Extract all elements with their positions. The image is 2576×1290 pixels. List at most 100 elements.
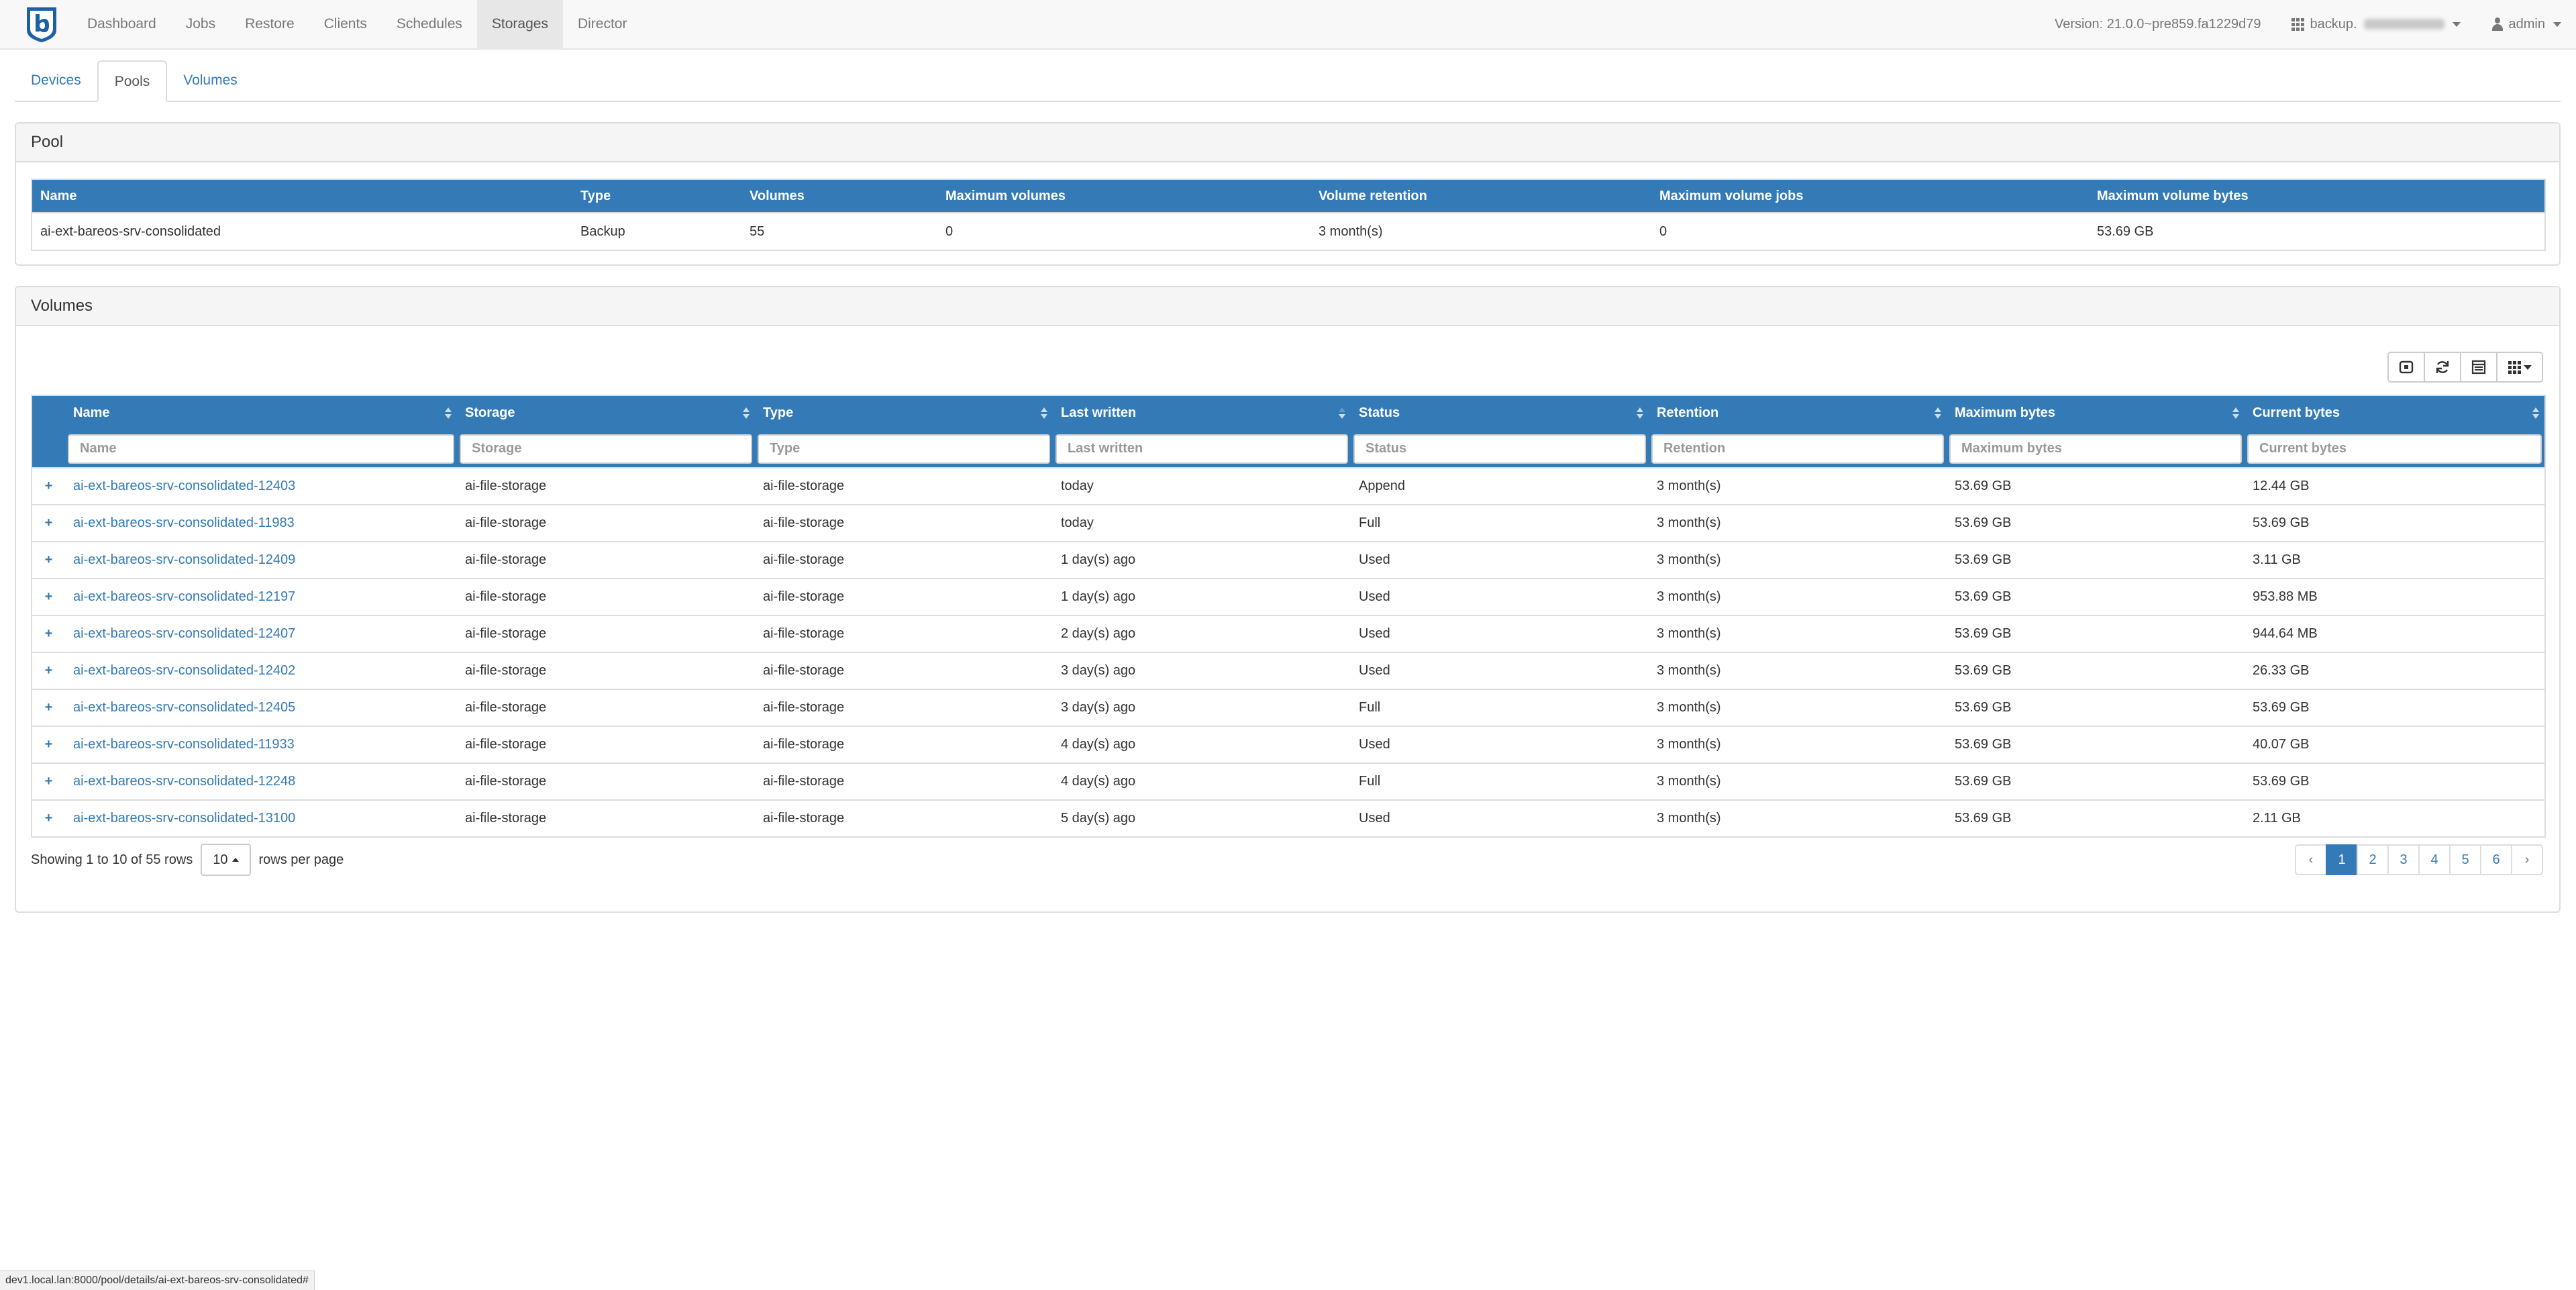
table-cell: 3 month(s) [1649, 467, 1947, 505]
nav-item-storages[interactable]: Storages [476, 0, 563, 48]
table-cell: ai-file-storage [755, 726, 1053, 763]
plus-icon[interactable]: + [32, 652, 65, 689]
plus-icon[interactable]: + [32, 762, 65, 800]
pool-cell: Backup [572, 212, 741, 250]
table-cell: ai-file-storage [457, 689, 755, 726]
plus-icon[interactable]: + [32, 689, 65, 726]
table-cell: 53.69 GB [1947, 726, 2245, 763]
vol-col-current-bytes[interactable]: Current bytes [2245, 395, 2545, 430]
top-navbar: Dashboard Jobs Restore Clients Schedules Stor… [0, 0, 2576, 50]
director-label: backup. [2310, 16, 2357, 32]
page-button-4[interactable]: 4 [2418, 844, 2451, 875]
page-button-1[interactable]: 1 [2326, 844, 2358, 875]
filter-input-type[interactable] [758, 434, 1050, 464]
volume-name-link[interactable]: ai-ext-bareos-srv-consolidated-12248 [65, 762, 457, 800]
table-cell: ai-file-storage [755, 541, 1053, 579]
volumes-table-body: + ai-ext-bareos-srv-consolidated-12403 ai-… [32, 467, 2545, 837]
tab-volumes[interactable]: Volumes [167, 60, 254, 101]
page-button-3[interactable]: 3 [2387, 844, 2420, 875]
page-button-6[interactable]: 6 [2480, 844, 2512, 875]
table-cell: 3.11 GB [2245, 541, 2545, 579]
nav-item-dashboard[interactable]: Dashboard [72, 0, 171, 48]
next-page-button[interactable]: › [2511, 844, 2543, 875]
volume-name-link[interactable]: ai-ext-bareos-srv-consolidated-12403 [65, 467, 457, 505]
volume-name-link[interactable]: ai-ext-bareos-srv-consolidated-12402 [65, 652, 457, 689]
vol-col-storage[interactable]: Storage [457, 395, 755, 430]
columns-list-button[interactable] [2460, 352, 2497, 383]
vol-col-label: Name [73, 405, 110, 420]
filter-input-maximum-bytes[interactable] [1949, 434, 2242, 464]
filter-cell [65, 430, 457, 468]
pool-table-header: Name Type Volumes Maximum volumes Volume ret… [32, 179, 2545, 213]
filter-input-storage[interactable] [460, 434, 752, 464]
pool-col-maximum-volumes: Maximum volumes [945, 188, 1066, 203]
volume-name-link[interactable]: ai-ext-bareos-srv-consolidated-12405 [65, 689, 457, 726]
page-button-2[interactable]: 2 [2357, 844, 2389, 875]
nav-item-restore[interactable]: Restore [230, 0, 309, 48]
vol-col-retention[interactable]: Retention [1649, 395, 1947, 430]
columns-dropdown-button[interactable] [2496, 352, 2543, 383]
vol-col-last-written[interactable]: Last written [1053, 395, 1351, 430]
plus-icon[interactable]: + [32, 541, 65, 579]
plus-icon[interactable]: + [32, 615, 65, 652]
table-cell: 53.69 GB [1947, 541, 2245, 579]
table-cell: 53.69 GB [1947, 689, 2245, 726]
prev-page-button[interactable]: ‹ [2295, 844, 2327, 875]
table-cell: ai-file-storage [457, 541, 755, 579]
user-dropdown[interactable]: admin [2491, 17, 2561, 32]
plus-icon[interactable]: + [32, 467, 65, 505]
table-row: + ai-ext-bareos-srv-consolidated-12403 ai-… [32, 467, 2545, 505]
table-cell: 53.69 GB [1947, 504, 2245, 542]
table-cell: 3 month(s) [1649, 726, 1947, 763]
toggle-view-button[interactable] [2387, 352, 2425, 383]
table-cell: Used [1351, 726, 1649, 763]
filter-input-name[interactable] [68, 434, 454, 464]
table-cell: 2.11 GB [2245, 799, 2545, 837]
director-dropdown[interactable]: backup. [2291, 16, 2461, 32]
pool-table: Name Type Volumes Maximum volumes Volume ret… [31, 179, 2546, 251]
nav-item-director[interactable]: Director [563, 0, 642, 48]
volumes-table-header: Name Storage Type Last written Status Retenti… [32, 395, 2545, 430]
bareos-logo-icon[interactable] [24, 6, 59, 44]
table-cell: 1 day(s) ago [1053, 541, 1351, 579]
vol-col-maximum-bytes[interactable]: Maximum bytes [1947, 395, 2245, 430]
refresh-icon [2436, 361, 2449, 373]
table-cell: 944.64 MB [2245, 615, 2545, 652]
filter-cell [1649, 430, 1947, 468]
table-cell: 3 month(s) [1649, 541, 1947, 579]
plus-icon[interactable]: + [32, 726, 65, 763]
table-cell: Used [1351, 541, 1649, 579]
filter-input-retention[interactable] [1651, 434, 1944, 464]
volume-name-link[interactable]: ai-ext-bareos-srv-consolidated-13100 [65, 799, 457, 837]
nav-item-clients[interactable]: Clients [309, 0, 382, 48]
filter-input-status[interactable] [1353, 434, 1646, 464]
refresh-button[interactable] [2424, 352, 2461, 383]
storage-subtabs: Devices Pools Volumes [15, 60, 2561, 102]
table-cell: ai-file-storage [755, 799, 1053, 837]
table-cell: ai-file-storage [457, 652, 755, 689]
volume-name-link[interactable]: ai-ext-bareos-srv-consolidated-12407 [65, 615, 457, 652]
table-cell: 2 day(s) ago [1053, 615, 1351, 652]
vol-col-status[interactable]: Status [1351, 395, 1649, 430]
plus-icon[interactable]: + [32, 799, 65, 837]
plus-icon[interactable]: + [32, 578, 65, 615]
pool-cell: ai-ext-bareos-srv-consolidated [32, 212, 572, 250]
page-size-dropdown[interactable]: 10 [201, 844, 251, 876]
volume-name-link[interactable]: ai-ext-bareos-srv-consolidated-11983 [65, 504, 457, 542]
filter-input-current-bytes[interactable] [2247, 434, 2542, 464]
table-cell: Full [1351, 689, 1649, 726]
nav-item-jobs[interactable]: Jobs [171, 0, 230, 48]
plus-icon[interactable]: + [32, 504, 65, 542]
volume-name-link[interactable]: ai-ext-bareos-srv-consolidated-12197 [65, 578, 457, 615]
pool-table-row: ai-ext-bareos-srv-consolidated Backup 55 0 3… [32, 212, 2545, 250]
page-button-5[interactable]: 5 [2449, 844, 2481, 875]
vol-col-type[interactable]: Type [755, 395, 1053, 430]
volume-name-link[interactable]: ai-ext-bareos-srv-consolidated-12409 [65, 541, 457, 579]
tab-pools[interactable]: Pools [97, 60, 168, 102]
filter-input-last-written[interactable] [1055, 434, 1348, 464]
volume-name-link[interactable]: ai-ext-bareos-srv-consolidated-11933 [65, 726, 457, 763]
vol-col-name[interactable]: Name [65, 395, 457, 430]
tab-devices[interactable]: Devices [15, 60, 97, 101]
nav-item-schedules[interactable]: Schedules [382, 0, 477, 48]
columns-list-icon [2471, 360, 2486, 375]
